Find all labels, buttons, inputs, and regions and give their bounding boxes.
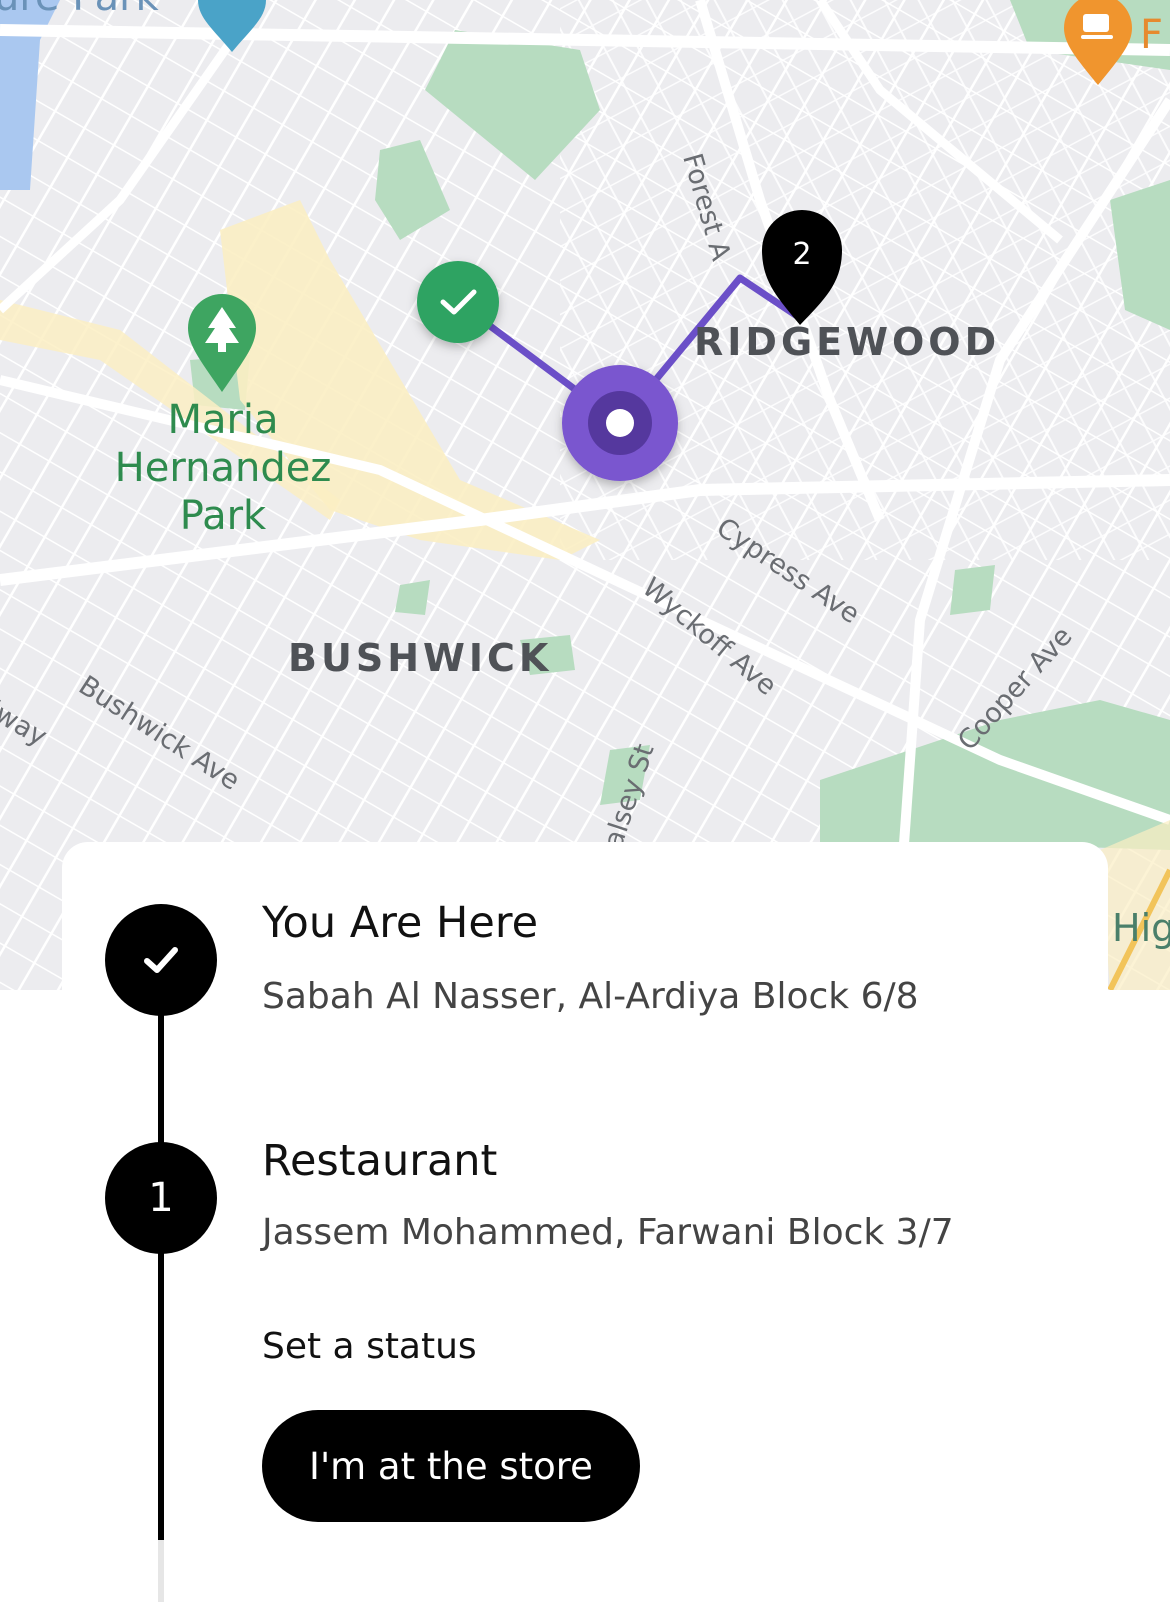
- highway: [1100, 820, 1170, 990]
- park-area: [395, 580, 430, 615]
- map-label-highway: Hig: [1112, 906, 1170, 950]
- park-name-line2: Hernandez: [114, 445, 332, 491]
- step-current-location-title: You Are Here: [262, 898, 539, 948]
- timeline-connector: [158, 1010, 164, 1150]
- park-name-line1: Maria: [167, 397, 279, 443]
- completed-stop-marker[interactable]: [417, 261, 499, 343]
- park-name-line3: Park: [179, 493, 267, 539]
- map-view[interactable]: 2 ure Park F Forest A RIDGEWOOD Maria He…: [0, 0, 1170, 990]
- step-restaurant-title: Restaurant: [262, 1136, 498, 1186]
- map-label-bushwick: BUSHWICK: [288, 636, 553, 680]
- step-current-location-address: Sabah Al Nasser, Al-Ardiya Block 6/8: [262, 976, 919, 1017]
- check-icon: [144, 947, 178, 973]
- step-current-location-circle: [105, 904, 217, 1016]
- map-label-park: Maria Hernandez Park: [98, 396, 348, 540]
- map-label-cafe: F: [1140, 12, 1164, 58]
- timeline-connector-pending: [158, 1540, 164, 1602]
- map-label-top-park: ure Park: [0, 0, 159, 20]
- step-restaurant-address: Jassem Mohammed, Farwani Block 3/7: [262, 1212, 954, 1253]
- timeline-connector: [158, 1250, 164, 1540]
- park-area: [950, 565, 995, 615]
- destination-marker-number: 2: [792, 237, 811, 272]
- current-location-marker[interactable]: [562, 365, 678, 481]
- bottom-sheet-top: [62, 842, 1108, 990]
- at-store-button[interactable]: I'm at the store: [262, 1410, 640, 1522]
- step-restaurant-circle: 1: [105, 1142, 217, 1254]
- status-label: Set a status: [262, 1326, 477, 1367]
- map-label-ridgewood: RIDGEWOOD: [694, 320, 1001, 364]
